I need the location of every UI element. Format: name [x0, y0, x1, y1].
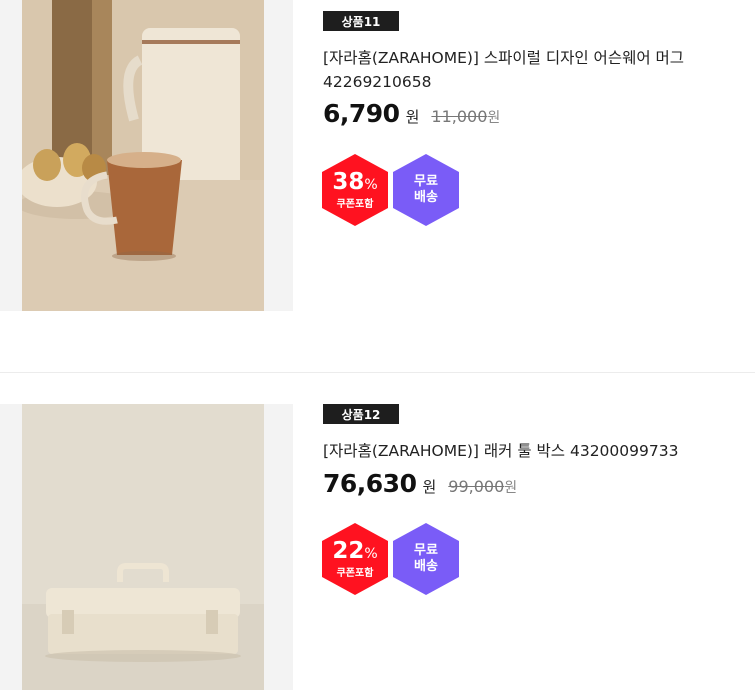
product-image[interactable]: [0, 404, 293, 690]
original-price: 11,000: [431, 107, 488, 126]
currency-label: 원: [422, 478, 437, 496]
free-shipping-badge: 무료 배송: [393, 154, 459, 226]
coupon-label: 쿠폰포함: [336, 199, 374, 210]
sale-price: 76,630: [323, 469, 417, 498]
rank-badge: 상품12: [323, 404, 399, 424]
product-title[interactable]: [자라홈(ZARAHOME)] 래커 툴 박스 43200099733: [323, 439, 753, 463]
rank-badge: 상품11: [323, 11, 399, 31]
currency-label: 원: [405, 108, 420, 126]
shipping-line1: 무료: [414, 174, 438, 189]
original-currency: 원: [487, 110, 501, 126]
free-shipping-badge: 무료 배송: [393, 523, 459, 595]
shipping-line2: 배송: [414, 559, 438, 574]
discount-badge: 22% 쿠폰포함: [322, 523, 388, 595]
original-currency: 원: [504, 480, 518, 496]
mug-photo: [22, 0, 264, 311]
discount-percent: 22: [332, 538, 365, 564]
coupon-label: 쿠폰포함: [336, 568, 374, 579]
toolbox-photo: [22, 404, 264, 690]
percent-sign: %: [364, 177, 378, 193]
product-card[interactable]: 상품11 [자라홈(ZARAHOME)] 스파이럴 디자인 어슨웨어 머그 42…: [0, 0, 755, 372]
discount-badge: 38% 쿠폰포함: [322, 154, 388, 226]
product-title[interactable]: [자라홈(ZARAHOME)] 스파이럴 디자인 어슨웨어 머그 4226921…: [323, 46, 753, 94]
sale-price: 6,790: [323, 99, 400, 128]
price-row: 6,790 원 11,000 원: [323, 99, 500, 128]
product-image[interactable]: [0, 0, 293, 311]
price-row: 76,630 원 99,000 원: [323, 469, 517, 498]
discount-percent: 38: [332, 169, 365, 195]
original-price: 99,000: [448, 477, 505, 496]
percent-sign: %: [364, 546, 378, 562]
shipping-line2: 배송: [414, 190, 438, 205]
shipping-line1: 무료: [414, 543, 438, 558]
badge-group: 38% 쿠폰포함 무료 배송: [322, 154, 459, 226]
badge-group: 22% 쿠폰포함 무료 배송: [322, 523, 459, 595]
